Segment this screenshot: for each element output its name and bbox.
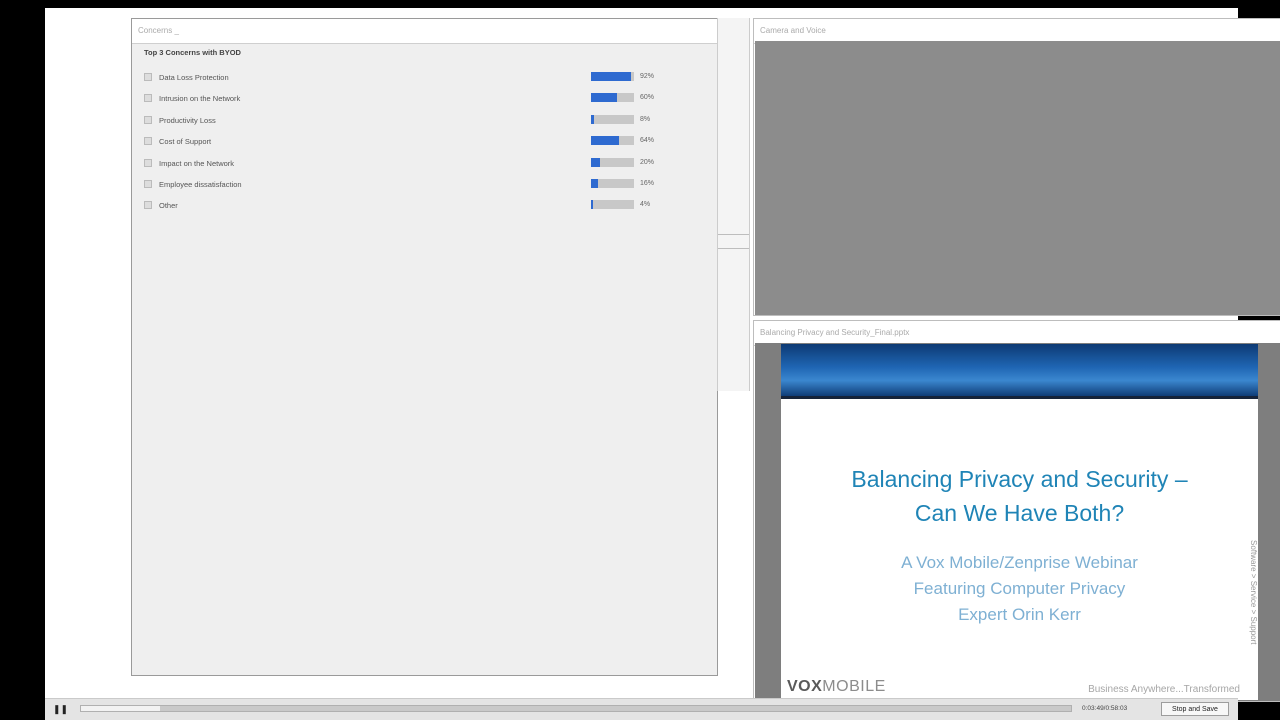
stop-and-save-button[interactable]: Stop and Save (1161, 702, 1229, 716)
poll-result-bar (591, 157, 634, 167)
poll-option: Productivity Loss 8% (144, 114, 704, 127)
slide-banner (781, 344, 1258, 399)
recording-player: Concerns _ Top 3 Concerns with BYOD Data… (45, 8, 1280, 720)
poll-result-bar (591, 179, 634, 188)
poll-option-checkbox[interactable] (144, 94, 152, 103)
poll-result-percent: 92% (640, 73, 655, 80)
slide-subtitle-line2: Featuring Computer Privacy (913, 579, 1126, 598)
poll-option: Cost of Support 64% (144, 136, 704, 148)
slide-title: Balancing Privacy and Security – Can We … (781, 462, 1258, 530)
poll-option: Employee dissatisfaction 16% (144, 179, 704, 191)
slide-subtitle-line1: A Vox Mobile/Zenprise Webinar (901, 553, 1138, 572)
poll-result-bar-fill (591, 179, 598, 188)
playback-bar: ❚❚ 0:03:49/0:58:03 Stop and Save (45, 698, 1238, 720)
poll-option: Intrusion on the Network 60% (144, 93, 704, 105)
slide-title-line1: Balancing Privacy and Security – (851, 466, 1188, 492)
poll-option-label: Intrusion on the Network (159, 94, 241, 104)
poll-option-label: Other (159, 201, 178, 211)
scrollbar-divider (718, 248, 749, 249)
poll-option-checkbox[interactable] (144, 115, 152, 124)
poll-result-bar (591, 136, 634, 146)
poll-option-checkbox[interactable] (144, 201, 152, 210)
poll-option-label: Cost of Support (159, 137, 212, 147)
logo-bold-text: VOX (787, 678, 823, 695)
playback-progress-slider[interactable] (80, 705, 1072, 712)
poll-option: Data Loss Protection 92% (144, 72, 704, 84)
logo-light-text: MOBILE (822, 678, 886, 695)
poll-pod-title: Concerns _ (132, 19, 717, 44)
slide-title-line2: Can We Have Both? (914, 500, 1125, 526)
poll-result-percent: 16% (640, 180, 655, 187)
poll-result-bar (591, 114, 634, 124)
poll-result-bar-fill (591, 72, 631, 81)
poll-result-percent: 64% (640, 137, 655, 145)
poll-result-percent: 60% (640, 94, 655, 102)
slide-tagline: Business Anywhere...Transformed (1088, 684, 1240, 695)
poll-option-label: Productivity Loss (159, 115, 216, 125)
poll-result-bar-fill (591, 200, 593, 210)
timecode: 0:03:49/0:58:03 (1082, 705, 1128, 712)
poll-result-bar-fill (591, 93, 617, 103)
poll-result-bar-fill (591, 136, 619, 146)
presentation-slide: Balancing Privacy and Security – Can We … (781, 344, 1258, 700)
scrollbar-divider (718, 234, 749, 235)
share-pod: Balancing Privacy and Security_Final.ppt… (753, 320, 1280, 702)
slide-area: Balancing Privacy and Security – Can We … (755, 343, 1280, 701)
pod-scrollbar[interactable] (717, 18, 750, 391)
voxmobile-logo: VOXMOBILE (787, 678, 886, 696)
poll-option: Impact on the Network 20% (144, 157, 704, 170)
slide-vertical-text: Software > Service > Support (1249, 540, 1258, 645)
poll-result-percent: 4% (640, 201, 651, 209)
poll-question: Top 3 Concerns with BYOD (144, 48, 241, 57)
poll-option-label: Data Loss Protection (159, 73, 229, 82)
poll-option-checkbox[interactable] (144, 137, 152, 146)
slide-subtitle: A Vox Mobile/Zenprise Webinar Featuring … (781, 550, 1258, 628)
poll-result-percent: 20% (640, 158, 655, 166)
camera-video (755, 41, 1280, 315)
poll-result-percent: 8% (640, 115, 651, 123)
poll-option: Other 4% (144, 200, 704, 212)
poll-result-bar-fill (591, 157, 600, 167)
poll-option-checkbox[interactable] (144, 180, 152, 188)
poll-pod: Concerns _ Top 3 Concerns with BYOD Data… (131, 18, 718, 676)
progress-fill (81, 706, 161, 711)
poll-result-bar-fill (591, 114, 595, 124)
poll-option-checkbox[interactable] (144, 73, 152, 81)
poll-result-bar (591, 200, 634, 210)
pause-icon[interactable]: ❚❚ (53, 704, 68, 714)
poll-result-bar (591, 72, 634, 81)
camera-voice-pod: Camera and Voice (753, 18, 1280, 316)
slide-subtitle-line3: Expert Orin Kerr (958, 605, 1081, 624)
poll-option-checkbox[interactable] (144, 158, 152, 167)
poll-result-bar (591, 93, 634, 103)
poll-option-label: Impact on the Network (159, 158, 235, 168)
poll-option-label: Employee dissatisfaction (159, 180, 242, 189)
